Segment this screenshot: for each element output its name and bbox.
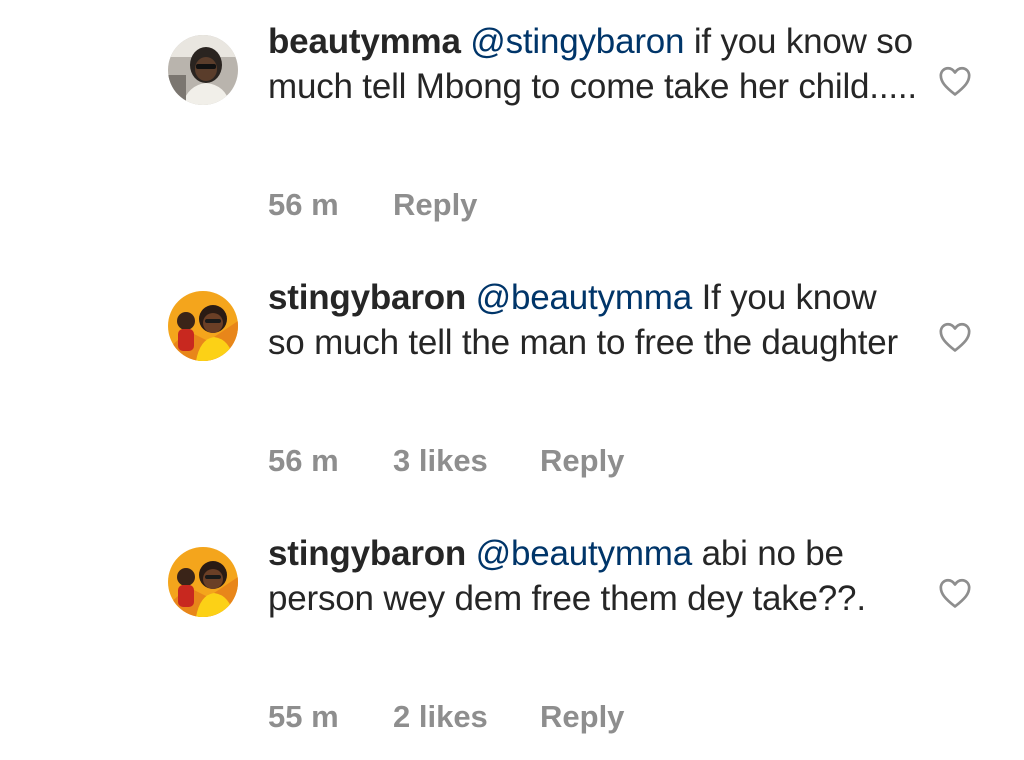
comment-meta: 56 m Reply (268, 187, 477, 223)
comment-mention[interactable]: @stingybaron (470, 22, 684, 61)
comment-meta: 55 m 2 likes Reply (268, 699, 624, 735)
comment-meta: 56 m 3 likes Reply (268, 443, 624, 479)
reply-button[interactable]: Reply (540, 443, 624, 479)
avatar[interactable] (168, 291, 238, 361)
avatar[interactable] (168, 547, 238, 617)
heart-outline-icon[interactable] (938, 577, 972, 609)
heart-outline-icon[interactable] (938, 321, 972, 353)
comment-text: stingybaron @beautymma abi no be person … (268, 531, 918, 621)
comment-username[interactable]: beautymma (268, 22, 461, 61)
comment-mention[interactable]: @beautymma (476, 534, 693, 573)
comment-mention[interactable]: @beautymma (476, 278, 693, 317)
comment-timestamp: 56 m (268, 187, 339, 222)
likes-count[interactable]: 2 likes (393, 699, 540, 735)
comment-text: stingybaron @beautymma If you know so mu… (268, 275, 918, 365)
reply-button[interactable]: Reply (540, 699, 624, 735)
avatar[interactable] (168, 35, 238, 105)
comment-username[interactable]: stingybaron (268, 534, 466, 573)
comment-timestamp: 56 m (268, 443, 339, 478)
avatar-beautymma-icon (168, 35, 238, 105)
comment-timestamp: 55 m (268, 699, 339, 734)
reply-button[interactable]: Reply (393, 187, 477, 223)
heart-outline-icon[interactable] (938, 65, 972, 97)
likes-count[interactable]: 3 likes (393, 443, 540, 479)
avatar-stingybaron-icon (168, 547, 238, 617)
comment-username[interactable]: stingybaron (268, 278, 466, 317)
comment-text: beautymma @stingybaron if you know so mu… (268, 19, 918, 109)
avatar-stingybaron-icon (168, 291, 238, 361)
